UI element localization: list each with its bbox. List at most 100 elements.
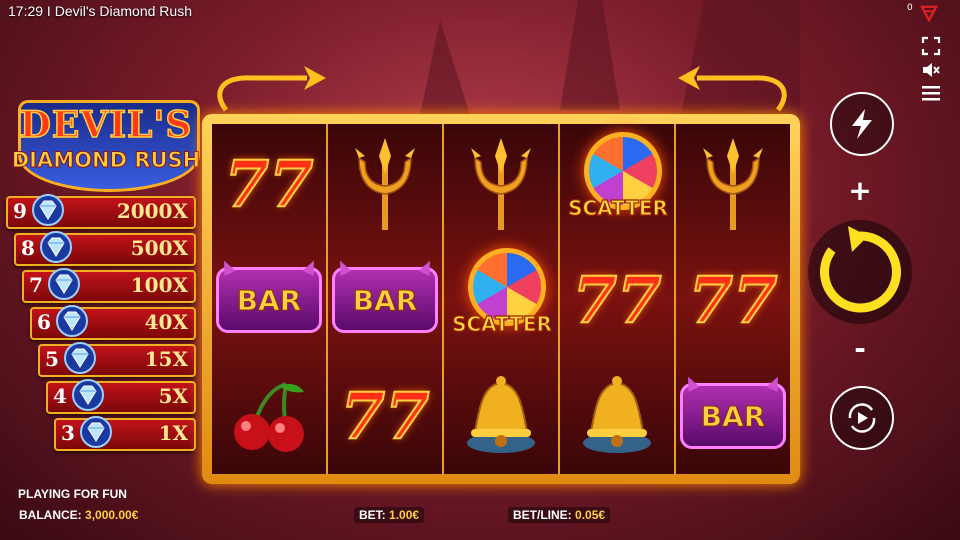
logo-line2: DIAMOND RUSH xyxy=(11,148,201,173)
diamond-rush-gem-icon xyxy=(48,268,80,300)
symbol-count: 4 xyxy=(53,384,67,408)
diamond-rush-gem-icon xyxy=(80,416,112,448)
bar-symbol: BAR xyxy=(332,267,438,333)
bell-icon xyxy=(467,376,535,453)
payout-multiplier: 2000X xyxy=(116,199,188,223)
reel-cell xyxy=(328,126,442,242)
play-mode-label: PLAYING FOR FUN xyxy=(18,487,127,501)
background-rock xyxy=(560,0,620,110)
paytable-row: 6 40X xyxy=(30,305,196,340)
scatter-symbol: SCATTER xyxy=(560,126,674,242)
game-logo: DEVIL'S DIAMOND RUSH xyxy=(6,100,206,192)
autoplay-button[interactable] xyxy=(830,386,894,450)
diamond-rush-gem-icon xyxy=(40,231,72,263)
reel-cell: 77 xyxy=(560,242,674,358)
diamond-rush-gem-icon xyxy=(64,342,96,374)
mute-icon[interactable] xyxy=(920,60,942,80)
bar-label: BAR xyxy=(700,399,766,433)
reel-cell: BAR xyxy=(328,242,442,358)
bet-display: BET: 1.00€ xyxy=(354,507,425,523)
fullscreen-icon[interactable] xyxy=(920,36,942,56)
scatter-label: SCATTER xyxy=(567,195,668,220)
left-arrow-icon xyxy=(217,66,326,112)
bet-per-line-label: BET/LINE: xyxy=(513,508,572,522)
seven-symbol: 77 xyxy=(571,262,662,339)
reel-1: 77 BAR xyxy=(212,124,326,474)
bet-value: 1.00€ xyxy=(389,508,420,522)
bet-per-line-value: 0.05€ xyxy=(575,508,606,522)
reel-area: 77 BAR BAR 77 SCATTER SCATTER 77 77 BAR xyxy=(212,124,790,474)
reel-cell: SCATTER xyxy=(560,126,674,242)
payout-multiplier: 5X xyxy=(158,384,188,408)
reel-cell: 77 xyxy=(212,126,326,242)
reel-cell: BAR xyxy=(676,358,790,474)
logo-line1: DEVIL'S xyxy=(19,103,193,147)
scatter-symbol: SCATTER xyxy=(444,242,558,358)
menu-icon[interactable] xyxy=(920,83,942,103)
symbol-count: 3 xyxy=(61,421,75,445)
reel-cell: 77 xyxy=(328,358,442,474)
reel-cell: 77 xyxy=(676,242,790,358)
payout-multiplier: 40X xyxy=(144,310,188,334)
payout-multiplier: 500X xyxy=(130,236,188,260)
turbo-button[interactable] xyxy=(830,92,894,156)
bet-label: BET: xyxy=(359,508,386,522)
bar-symbol: BAR xyxy=(680,383,786,449)
reel-4: SCATTER 77 xyxy=(560,124,674,474)
spin-button[interactable] xyxy=(808,220,912,324)
trident-icon xyxy=(355,138,415,230)
lightning-icon xyxy=(852,109,872,139)
counter: 0 xyxy=(907,3,913,13)
reel-cell: BAR xyxy=(212,242,326,358)
bet-increase-button[interactable]: + xyxy=(840,174,880,207)
scatter-label: SCATTER xyxy=(451,311,552,336)
reel-5: 77 BAR xyxy=(676,124,790,474)
balance-label: BALANCE: xyxy=(19,508,82,522)
diamond-rush-gem-icon xyxy=(72,379,104,411)
brand-logo-icon xyxy=(920,5,938,22)
reel-cell xyxy=(444,126,558,242)
payout-multiplier: 15X xyxy=(144,347,188,371)
paytable-row: 4 5X xyxy=(46,379,196,414)
right-arrow-icon xyxy=(678,66,787,112)
payout-multiplier: 100X xyxy=(130,273,188,297)
symbol-count: 9 xyxy=(13,199,27,223)
balance-value: 3,000.00€ xyxy=(85,508,139,522)
paytable-row: 7 100X xyxy=(22,268,196,303)
symbol-count: 7 xyxy=(29,273,43,297)
cherry-icon xyxy=(234,382,304,452)
reel-cell xyxy=(676,126,790,242)
reel-cell xyxy=(560,358,674,474)
trident-icon xyxy=(703,138,763,230)
seven-symbol: 77 xyxy=(223,146,314,223)
bet-decrease-button[interactable]: - xyxy=(840,332,880,365)
diamond-rush-gem-icon xyxy=(32,194,64,226)
reel-cell xyxy=(444,358,558,474)
bell-icon xyxy=(583,376,651,453)
balance-display: BALANCE: 3,000.00€ xyxy=(14,507,143,523)
bar-label: BAR xyxy=(352,283,418,317)
spin-icon xyxy=(820,226,901,313)
bet-per-line-display: BET/LINE: 0.05€ xyxy=(508,507,611,523)
window-title: 17:29 I Devil's Diamond Rush xyxy=(8,3,192,19)
trident-icon xyxy=(471,138,531,230)
payout-multiplier: 1X xyxy=(158,421,188,445)
paytable-row: 9 2000X xyxy=(6,194,196,229)
seven-symbol: 77 xyxy=(687,262,778,339)
paytable-row: 5 15X xyxy=(38,342,196,377)
autoplay-icon xyxy=(848,403,876,433)
symbol-count: 6 xyxy=(37,310,51,334)
symbol-count: 5 xyxy=(45,347,59,371)
background-rock xyxy=(420,20,470,115)
reel-cell xyxy=(212,358,326,474)
reel-cell: SCATTER xyxy=(444,242,558,358)
paytable-row: 8 500X xyxy=(14,231,196,266)
bar-symbol: BAR xyxy=(216,267,322,333)
reel-3: SCATTER xyxy=(444,124,558,474)
diamond-rush-gem-icon xyxy=(56,305,88,337)
bar-label: BAR xyxy=(236,283,302,317)
reel-2: BAR 77 xyxy=(328,124,442,474)
seven-symbol: 77 xyxy=(339,378,430,455)
symbol-count: 8 xyxy=(21,236,35,260)
paytable-row: 3 1X xyxy=(54,416,196,451)
